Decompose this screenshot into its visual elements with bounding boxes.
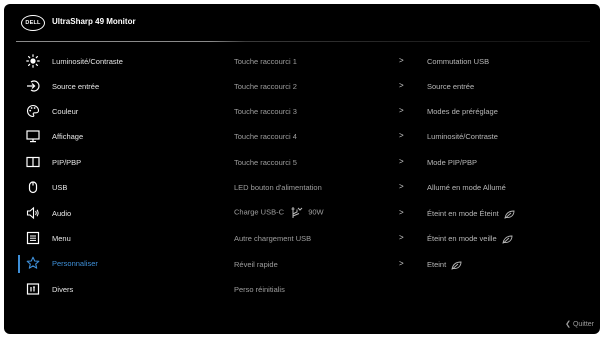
chevron-right-icon: > [399,157,404,166]
pip-pbp-icon [26,156,40,168]
value-usb-c-charging-text: Éteint en mode Éteint [427,209,499,218]
monitor-title: UltraSharp 49 Monitor [52,17,136,26]
menu-item-label: Menu [52,234,71,243]
exit-button[interactable]: ❮ Quitter [565,320,594,328]
brightness-icon [26,54,40,68]
menu-item-display[interactable]: Affichage [16,127,201,147]
setting-fast-wakeup[interactable]: Réveil rapide [234,260,278,269]
setting-personalize-reset[interactable]: Perso réinitialis [234,285,285,294]
menu-item-label: Couleur [52,107,79,116]
menu-item-label: Personnaliser [52,259,98,268]
menu-item-usb[interactable]: USB [16,178,201,198]
osd-window: DELL UltraSharp 49 Monitor Luminosité/Co… [4,4,600,334]
menu-item-label: Luminosité/Contraste [52,57,123,66]
setting-shortcut-key-5[interactable]: Touche raccourci 5 [234,158,297,167]
eco-leaf-icon [451,261,462,270]
chevron-left-icon: ❮ [565,321,572,328]
menu-item-menu[interactable]: Menu [16,229,201,249]
value-usb-c-charging: Éteint en mode Éteint [427,209,515,219]
menu-item-brightness-contrast[interactable]: Luminosité/Contraste [16,52,201,72]
dell-logo: DELL [21,15,45,31]
usb-mouse-icon [28,181,38,194]
setting-usb-c-charging[interactable]: Charge USB-C 90W [234,206,324,219]
title-bar: DELL UltraSharp 49 Monitor [4,4,600,38]
setting-usb-c-charging-label: Charge USB-C [234,207,285,217]
setting-shortcut-key-1[interactable]: Touche raccourci 1 [234,57,297,66]
logo-text: DELL [25,20,41,26]
chevron-right-icon: > [399,131,404,140]
menu-item-label: Affichage [52,132,84,141]
menu-item-others[interactable]: Divers [16,280,201,300]
menu-item-label: Audio [52,209,72,218]
value-shortcut-key-3: Modes de préréglage [427,107,498,116]
chevron-right-icon: > [399,56,404,65]
value-shortcut-key-5: Mode PIP/PBP [427,158,478,167]
info-icon [26,283,40,295]
value-fast-wakeup-text: Eteint [427,260,447,269]
menu-item-input-source[interactable]: Source entrée [16,77,201,97]
value-shortcut-key-4: Luminosité/Contraste [427,132,498,141]
value-shortcut-key-1: Commutation USB [427,57,490,66]
menu-item-label: PIP/PBP [52,158,82,167]
menu-list-icon [26,231,40,245]
chevron-right-icon: > [399,259,404,268]
value-power-button-led: Allumé en mode Allumé [427,183,506,192]
menu-item-label: USB [52,183,68,192]
value-other-usb-charging: Éteint en mode veille [427,234,513,244]
chevron-right-icon: > [399,233,404,242]
menu-item-audio[interactable]: Audio [16,204,201,224]
chevron-right-icon: > [399,81,404,90]
header-divider [16,41,590,42]
menu-item-personalize[interactable]: Personnaliser [16,254,201,274]
chevron-right-icon: > [399,182,404,191]
value-fast-wakeup: Eteint [427,260,462,270]
setting-shortcut-key-2[interactable]: Touche raccourci 2 [234,82,297,91]
input-source-icon [27,80,40,92]
setting-shortcut-key-3[interactable]: Touche raccourci 3 [234,107,297,116]
selection-indicator [18,255,20,273]
chevron-right-icon: > [399,106,404,115]
menu-item-label: Source entrée [52,82,100,91]
display-icon [26,130,40,143]
setting-shortcut-key-4[interactable]: Touche raccourci 4 [234,132,297,141]
color-palette-icon [27,104,40,118]
usb-charging-icon [291,207,303,218]
usb-c-power-value: 90W [308,207,324,217]
menu-item-label: Divers [52,285,74,294]
setting-other-usb-charging[interactable]: Autre chargement USB [234,234,311,243]
exit-label: Quitter [572,321,594,328]
eco-leaf-icon [504,210,515,219]
chevron-right-icon: > [399,208,404,217]
value-shortcut-key-2: Source entrée [427,82,475,91]
menu-item-color[interactable]: Couleur [16,102,201,122]
value-other-usb-charging-text: Éteint en mode veille [427,234,497,243]
eco-leaf-icon [502,235,513,244]
star-icon [26,256,40,269]
speaker-icon [26,206,39,220]
menu-item-pip-pbp[interactable]: PIP/PBP [16,153,201,173]
setting-power-button-led[interactable]: LED bouton d'alimentation [234,183,322,192]
